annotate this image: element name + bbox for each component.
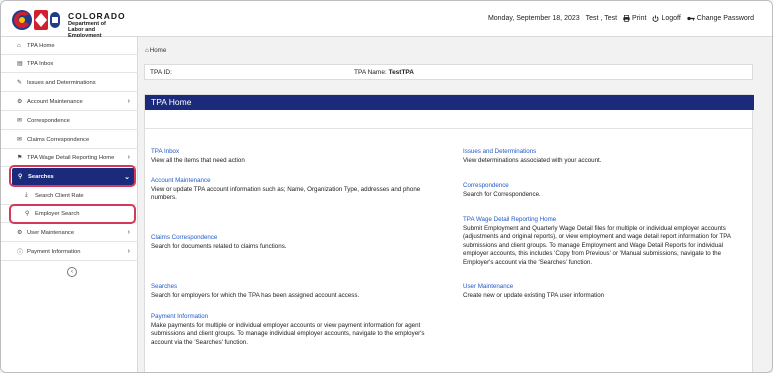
- sidebar-item-issues-determinations[interactable]: ✎ Issues and Determinations: [1, 74, 138, 92]
- sidebar-item-tpa-inbox[interactable]: ▤ TPA Inbox: [1, 55, 138, 73]
- chevron-right-icon: ›: [127, 98, 130, 105]
- current-date: Monday, September 18, 2023: [487, 15, 580, 22]
- home-icon: ⌂: [17, 42, 21, 49]
- chevron-right-icon: ›: [127, 154, 130, 161]
- top-header: COLORADO Department of Labor and Employm…: [1, 1, 772, 39]
- card-description: Make payments for multiple or individual…: [151, 321, 425, 346]
- card-wage-detail-home: TPA Wage Detail Reporting Home Submit Em…: [463, 216, 748, 268]
- card-description: Create new or update existing TPA user i…: [463, 291, 605, 299]
- tpa-name: TPA Name: TestTPA: [354, 69, 414, 76]
- sidebar-item-label: User Maintenance: [27, 229, 75, 236]
- logoff-link[interactable]: Logoff: [652, 15, 681, 22]
- sidebar-item-correspondence[interactable]: ✉ Correspondence: [1, 112, 138, 130]
- card-link-claims-correspondence[interactable]: Claims Correspondence: [151, 234, 436, 243]
- envelope-icon: ✉: [17, 137, 23, 143]
- divider: [145, 128, 754, 129]
- logoff-label: Logoff: [661, 15, 681, 22]
- sidebar-item-label: TPA Home: [27, 42, 55, 49]
- change-password-label: Change Password: [696, 15, 754, 22]
- card-tpa-inbox: TPA Inbox View all the items that need a…: [151, 148, 436, 165]
- sidebar-item-account-maintenance[interactable]: ⚙ Account Maintenance ›: [1, 93, 138, 111]
- card-searches: Searches Search for employers for which …: [151, 283, 436, 300]
- user-name: Test , Test: [585, 15, 618, 22]
- sidebar-item-claims-correspondence[interactable]: ✉ Claims Correspondence: [1, 131, 138, 149]
- sidebar-item-label: Correspondence: [27, 117, 70, 124]
- chevron-right-icon: ›: [127, 229, 130, 236]
- card-description: Search for Correspondence.: [463, 190, 541, 198]
- card-link-tpa-inbox[interactable]: TPA Inbox: [151, 148, 436, 157]
- card-link-correspondence[interactable]: Correspondence: [463, 182, 748, 191]
- print-link[interactable]: Print: [623, 15, 646, 22]
- card-account-maintenance: Account Maintenance View or update TPA a…: [151, 177, 436, 203]
- card-correspondence: Correspondence Search for Correspondence…: [463, 182, 748, 199]
- card-link-issues-determinations[interactable]: Issues and Determinations: [463, 148, 748, 157]
- card-description: View all the items that need action: [151, 156, 245, 164]
- tpa-home-panel: TPA Home TPA Inbox View all the items th…: [144, 94, 754, 372]
- card-link-searches[interactable]: Searches: [151, 283, 436, 292]
- printer-icon: [623, 15, 630, 22]
- breadcrumb-home-link[interactable]: Home: [150, 47, 167, 54]
- sidebar-item-search-client-rate[interactable]: ⤓ Search Client Rate: [1, 187, 138, 205]
- tpa-name-label: TPA Name:: [354, 69, 387, 76]
- sidebar-item-label: Payment Information: [27, 248, 81, 255]
- sidebar-item-label: Search Client Rate: [35, 192, 84, 199]
- card-issues-determinations: Issues and Determinations View determina…: [463, 148, 748, 165]
- chevron-right-icon: ›: [127, 248, 130, 255]
- sidebar-item-payment-information[interactable]: ⓘ Payment Information ›: [1, 243, 138, 261]
- change-password-link[interactable]: Change Password: [687, 15, 754, 22]
- card-link-payment-information[interactable]: Payment Information: [151, 313, 436, 322]
- tpa-name-value: TestTPA: [388, 69, 414, 76]
- searches-highlight-ring: [9, 165, 136, 187]
- colorado-logo-icon: [12, 10, 60, 30]
- sidebar-item-user-maintenance[interactable]: ⚙ User Maintenance ›: [1, 224, 138, 242]
- sidebar-item-label: TPA Wage Detail Reporting Home: [27, 154, 115, 161]
- card-user-maintenance: User Maintenance Create new or update ex…: [463, 283, 748, 300]
- card-link-user-maintenance[interactable]: User Maintenance: [463, 283, 748, 292]
- card-payment-information: Payment Information Make payments for mu…: [151, 313, 436, 347]
- info-icon: ⓘ: [17, 250, 24, 256]
- chevron-left-icon: ‹: [71, 269, 73, 275]
- breadcrumb: ⌂ Home: [145, 47, 166, 54]
- card-description: Search for documents related to claims f…: [151, 242, 287, 250]
- tpa-id-label: TPA ID:: [150, 69, 172, 76]
- envelope-icon: ✉: [17, 118, 23, 124]
- cdle-logo[interactable]: COLORADO Department of Labor and Employm…: [11, 8, 125, 39]
- gears-icon: ⚙: [17, 99, 23, 105]
- wrench-icon: ✎: [17, 80, 23, 86]
- employer-search-highlight-ring: [9, 204, 136, 224]
- header-utilities: Monday, September 18, 2023 Test , Test P…: [488, 15, 754, 22]
- sidebar-item-label: TPA Inbox: [27, 60, 54, 67]
- tpa-info-bar: TPA ID: TPA Name: TestTPA: [144, 64, 753, 80]
- app-window: COLORADO Department of Labor and Employm…: [0, 0, 773, 373]
- card-description: Search for employers for which the TPA h…: [151, 291, 360, 299]
- panel-title: TPA Home: [145, 95, 754, 110]
- card-description: Submit Employment and Quarterly Wage Det…: [463, 224, 731, 266]
- download-icon: ⤓: [25, 192, 28, 198]
- logo-title: COLORADO: [68, 11, 126, 21]
- sidebar-item-label: Claims Correspondence: [27, 136, 90, 143]
- gears-icon: ⚙: [17, 230, 23, 236]
- inbox-icon: ▤: [17, 61, 23, 67]
- sidebar-nav: ⌂ TPA Home ▤ TPA Inbox ✎ Issues and Dete…: [1, 37, 138, 372]
- card-description: View determinations associated with your…: [463, 156, 602, 164]
- sidebar-collapse-button[interactable]: ‹: [67, 267, 77, 277]
- power-icon: [652, 15, 659, 22]
- card-link-account-maintenance[interactable]: Account Maintenance: [151, 177, 436, 186]
- sidebar-item-label: Issues and Determinations: [27, 79, 96, 86]
- print-label: Print: [632, 15, 647, 22]
- sidebar-item-tpa-home[interactable]: ⌂ TPA Home: [1, 37, 138, 55]
- home-icon: ⌂: [145, 47, 149, 54]
- card-description: View or update TPA account information s…: [151, 185, 421, 202]
- flag-icon: ⚑: [17, 155, 23, 161]
- card-link-wage-detail-home[interactable]: TPA Wage Detail Reporting Home: [463, 216, 748, 225]
- card-claims-correspondence: Claims Correspondence Search for documen…: [151, 234, 436, 251]
- sidebar-item-label: Account Maintenance: [27, 98, 83, 105]
- key-icon: [687, 16, 695, 21]
